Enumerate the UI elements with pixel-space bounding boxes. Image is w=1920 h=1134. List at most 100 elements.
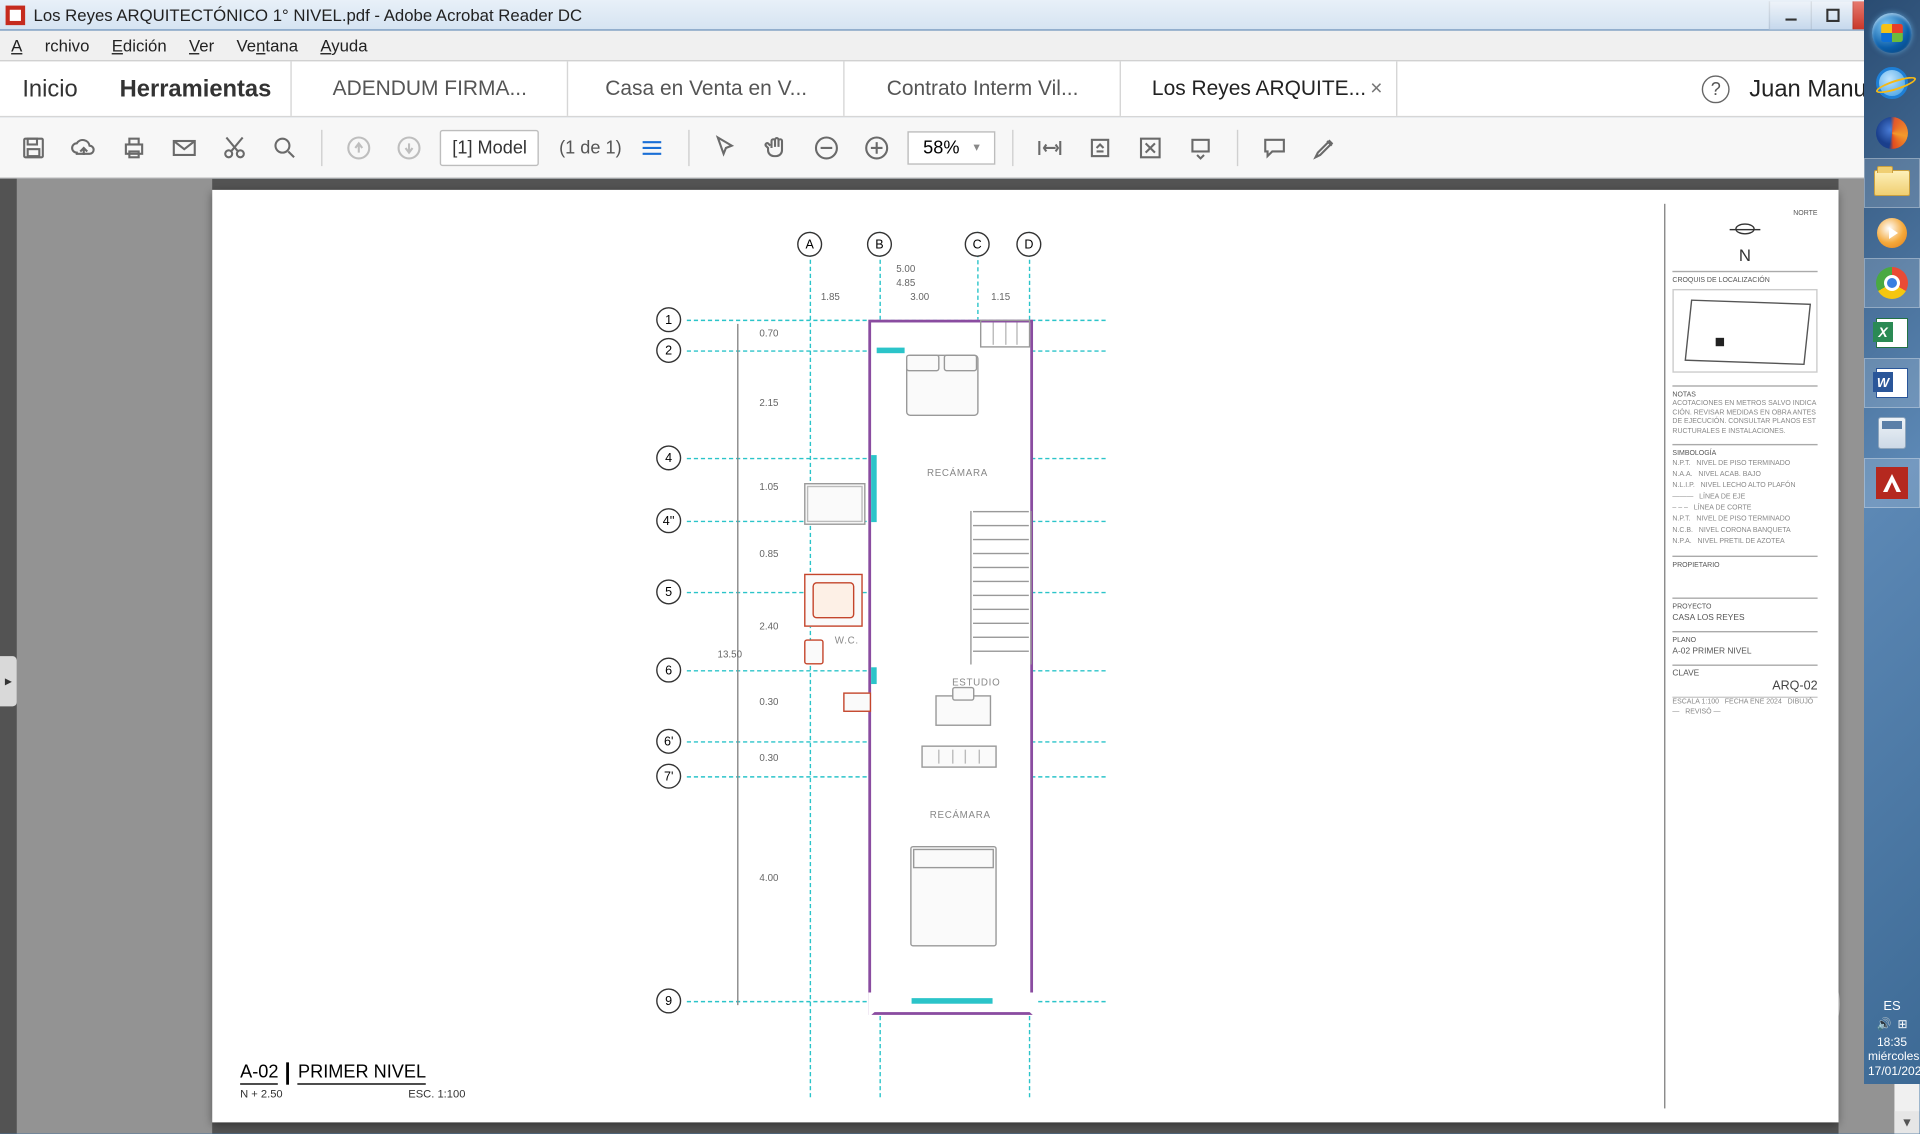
language-indicator[interactable]: ES	[1868, 998, 1916, 1013]
search-icon[interactable]	[265, 128, 304, 167]
word-icon[interactable]	[1864, 358, 1920, 408]
grid-bubble-a: A	[797, 232, 822, 257]
watermark: I	[1731, 926, 1840, 1064]
model-dropdown[interactable]: [1] Model	[440, 129, 540, 165]
zoom-dropdown[interactable]: 58%	[908, 131, 995, 165]
acrobat-taskbar-icon[interactable]	[1864, 458, 1920, 508]
window-minimize-button[interactable]	[1769, 1, 1811, 29]
toolbar-separator	[321, 129, 322, 165]
excel-icon[interactable]	[1864, 308, 1920, 358]
tools-button[interactable]: Herramientas	[100, 61, 292, 115]
select-tool-icon[interactable]	[707, 128, 746, 167]
expand-panel-button[interactable]: ▸	[0, 656, 17, 706]
tab-casa[interactable]: Casa en Venta en V...	[569, 61, 845, 115]
grid-bubble-4b: 4''	[656, 508, 681, 533]
dimension-label: 13.50	[718, 651, 742, 661]
start-button[interactable]	[1864, 8, 1920, 58]
system-tray[interactable]: ES 🔊 ⊞ 18:35 miércoles 17/01/2024	[1864, 992, 1920, 1084]
grid-bubble-6b: 6'	[656, 729, 681, 754]
menu-ventana[interactable]: Ventana	[237, 36, 299, 56]
clock[interactable]: 18:35 miércoles 17/01/2024	[1868, 1035, 1916, 1078]
document-area: ▸ A B C D 1 2 4 4'' 5	[0, 179, 1920, 1134]
menu-ver[interactable]: Ver	[189, 36, 214, 56]
toilet-icon	[804, 639, 824, 664]
dimension-label: 1.85	[821, 293, 840, 303]
grid-bubble-5: 5	[656, 579, 681, 604]
page-margin-left	[17, 179, 212, 1134]
read-mode-icon[interactable]	[1181, 128, 1220, 167]
tv-icon	[843, 692, 871, 712]
grid-bubble-4: 4	[656, 445, 681, 470]
dimension-label: 4.85	[896, 279, 915, 289]
title-block: A-02PRIMER NIVEL N + 2.50ESC. 1:100	[240, 1061, 465, 1100]
dimension-label: 0.30	[759, 754, 778, 764]
menu-ayuda[interactable]: Ayuda	[320, 36, 367, 56]
chrome-icon[interactable]	[1864, 258, 1920, 308]
cloud-upload-icon[interactable]	[64, 128, 103, 167]
toolbar: [1] Model (1 de 1) 58%	[0, 117, 1920, 178]
fit-width-icon[interactable]	[1030, 128, 1069, 167]
cut-icon[interactable]	[215, 128, 254, 167]
network-icon[interactable]: ⊞	[1897, 1017, 1907, 1031]
firefox-icon[interactable]	[1864, 108, 1920, 158]
fullscreen-icon[interactable]	[1131, 128, 1170, 167]
comment-icon[interactable]	[1255, 128, 1294, 167]
room-label: RECÁMARA	[930, 811, 991, 821]
zoom-out-icon[interactable]	[807, 128, 846, 167]
help-icon[interactable]: ?	[1702, 75, 1730, 103]
room-label: W.C.	[835, 637, 859, 647]
print-icon[interactable]	[114, 128, 153, 167]
stairs-icon	[973, 511, 1029, 665]
menubar: Archivo Edición Ver Ventana Ayuda	[0, 31, 1920, 62]
scroll-down-icon[interactable]: ▼	[1894, 1111, 1919, 1133]
page-count: (1 de 1)	[559, 137, 622, 158]
menu-edicion[interactable]: Edición	[112, 36, 167, 56]
room-label: RECÁMARA	[927, 469, 988, 479]
dimension-label: 0.85	[759, 550, 778, 560]
dimension-label: 1.15	[991, 293, 1010, 303]
grid-bubble-2: 2	[656, 338, 681, 363]
dimension-label: 3.00	[910, 293, 929, 303]
home-button[interactable]: Inicio	[0, 61, 100, 115]
pdf-page[interactable]: A B C D 1 2 4 4'' 5 6 6' 7' 9	[212, 190, 1838, 1123]
ie-icon[interactable]	[1864, 58, 1920, 108]
zoom-in-icon[interactable]	[858, 128, 897, 167]
dimension-label: 1.05	[759, 483, 778, 493]
save-icon[interactable]	[14, 128, 53, 167]
acrobat-icon	[6, 5, 26, 25]
grid-bubble-7b: 7'	[656, 764, 681, 789]
tab-contrato[interactable]: Contrato Interm Vil...	[845, 61, 1121, 115]
fit-page-icon[interactable]	[1080, 128, 1119, 167]
toolbar-separator	[1237, 129, 1238, 165]
window-title: Los Reyes ARQUITECTÓNICO 1° NIVEL.pdf - …	[34, 5, 583, 25]
email-icon[interactable]	[165, 128, 204, 167]
grid-bubble-d: D	[1016, 232, 1041, 257]
windows-taskbar: ES 🔊 ⊞ 18:35 miércoles 17/01/2024	[1864, 0, 1920, 1084]
menu-archivo[interactable]: Archivo	[11, 36, 89, 56]
calculator-icon[interactable]	[1864, 408, 1920, 458]
prev-page-icon[interactable]	[339, 128, 378, 167]
window-titlebar: Los Reyes ARQUITECTÓNICO 1° NIVEL.pdf - …	[0, 0, 1920, 31]
next-page-icon[interactable]	[389, 128, 428, 167]
explorer-icon[interactable]	[1864, 158, 1920, 208]
volume-icon[interactable]: 🔊	[1876, 1017, 1891, 1031]
tab-reyes[interactable]: Los Reyes ARQUITE...×	[1121, 61, 1397, 115]
pan-tool-icon[interactable]	[757, 128, 796, 167]
dimension-label: 2.40	[759, 623, 778, 633]
grid-bubble-1: 1	[656, 307, 681, 332]
layers-icon[interactable]	[633, 128, 672, 167]
tab-row: Inicio Herramientas ADENDUM FIRMA... Cas…	[0, 61, 1920, 117]
dimension-label: 4.00	[759, 874, 778, 884]
grid-bubble-c: C	[965, 232, 990, 257]
dimension-label: 0.70	[759, 329, 778, 339]
tab-adendum[interactable]: ADENDUM FIRMA...	[292, 61, 568, 115]
dimension-label: 5.00	[896, 265, 915, 275]
toolbar-separator	[1012, 129, 1013, 165]
toolbar-separator	[689, 129, 690, 165]
tab-close-icon[interactable]: ×	[1370, 77, 1382, 101]
media-player-icon[interactable]	[1864, 208, 1920, 258]
window-maximize-button[interactable]	[1811, 1, 1853, 29]
highlight-icon[interactable]	[1305, 128, 1344, 167]
grid-bubble-9: 9	[656, 988, 681, 1013]
dimension-label: 2.15	[759, 399, 778, 409]
